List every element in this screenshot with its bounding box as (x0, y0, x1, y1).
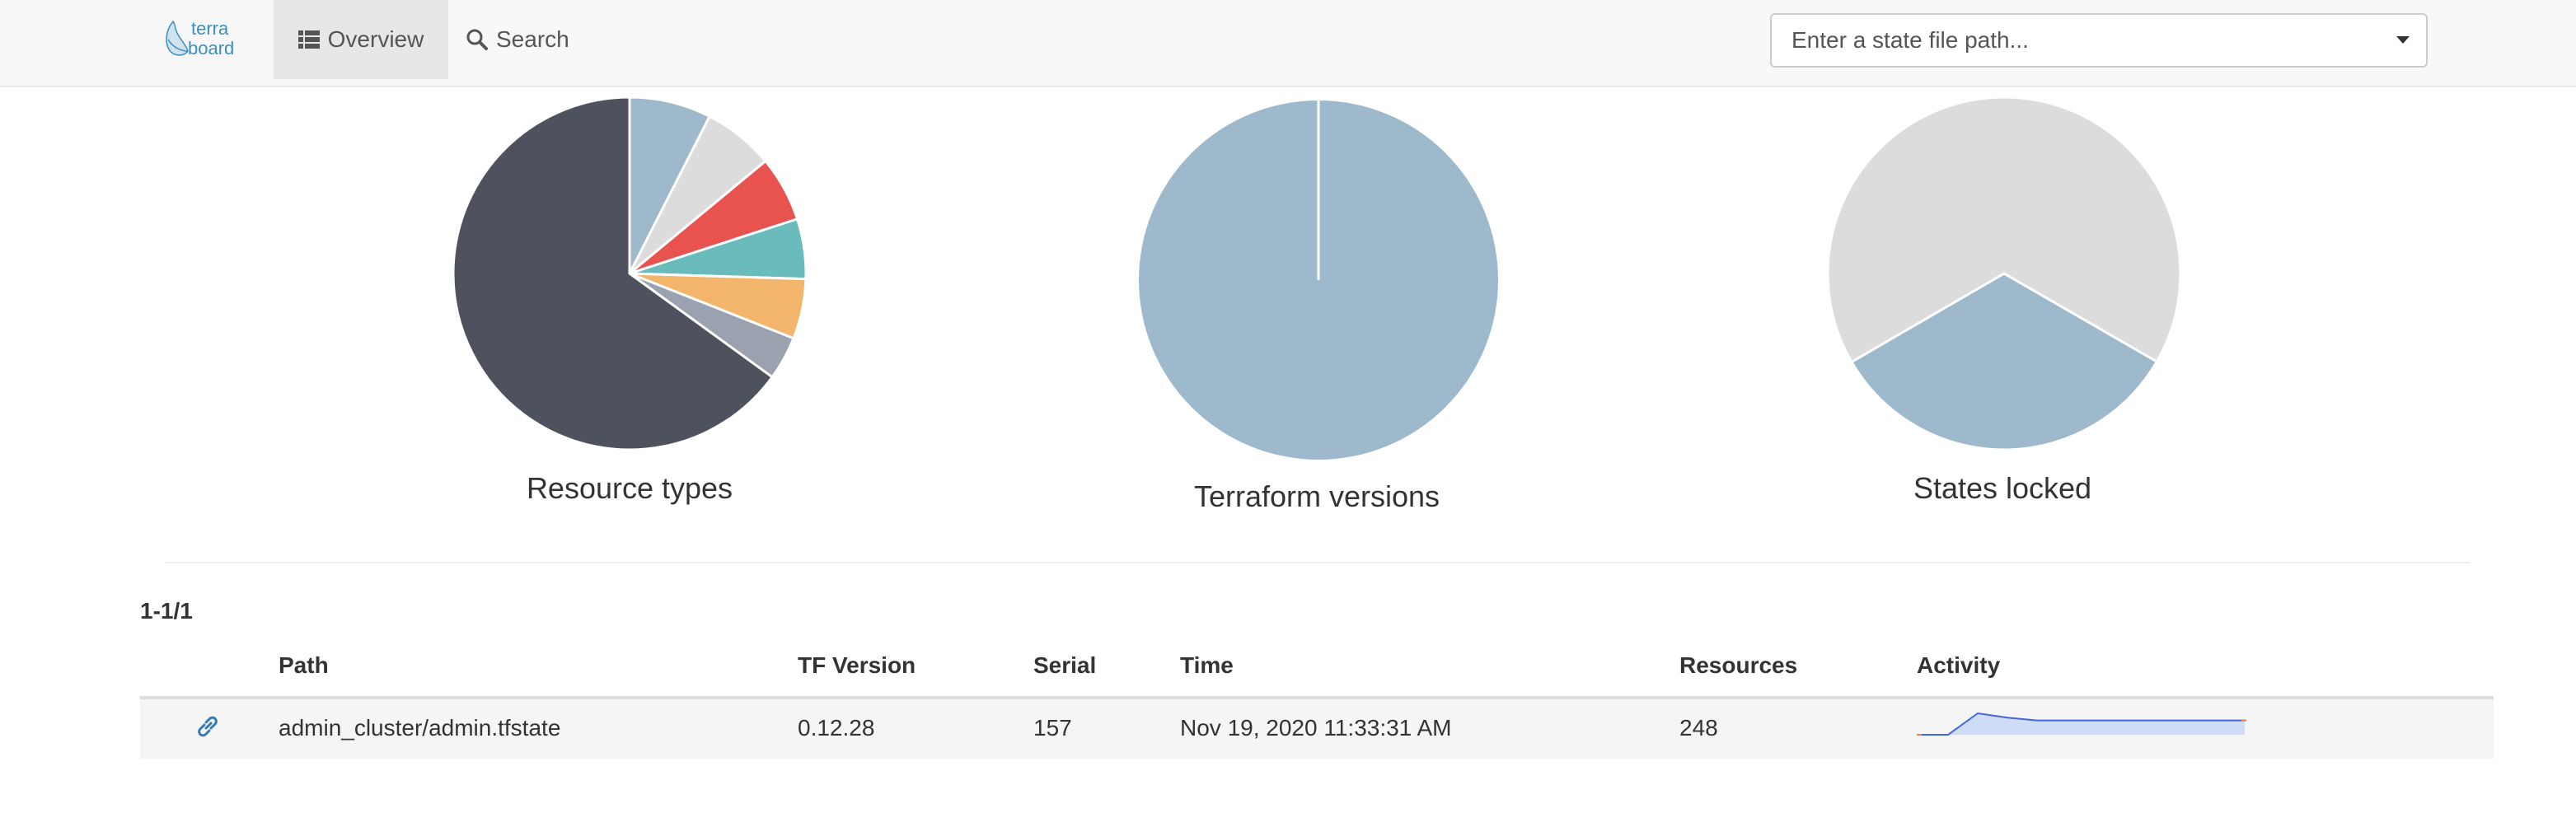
column-header-activity: Activity (1917, 652, 2001, 678)
logo-text-bottom: board (188, 38, 234, 58)
sparkline-area (1918, 713, 2245, 735)
row-time: Nov 19, 2020 11:33:31 AM (1180, 715, 1452, 741)
activity-sparkline (1917, 712, 2246, 736)
section-divider (165, 562, 2471, 563)
column-header-serial[interactable]: Serial (1033, 652, 1096, 679)
column-header-path[interactable]: Path (279, 652, 329, 679)
caret-down-icon[interactable] (2396, 36, 2410, 44)
terraform-versions-title: Terraform versions (1193, 479, 1440, 513)
nav-overview-label: Overview (327, 26, 424, 52)
column-header-resources[interactable]: Resources (1679, 652, 1797, 679)
states-locked-title: States locked (1913, 471, 2092, 505)
resource-types-pie (452, 96, 808, 451)
link-icon[interactable] (195, 714, 220, 739)
logo-text-top: terra (191, 18, 229, 39)
row-tf-version: 0.12.28 (798, 715, 875, 741)
terraboard-logo[interactable]: terra board (162, 15, 254, 61)
nav-overview-tab[interactable]: Overview (274, 0, 448, 79)
list-icon (297, 30, 320, 49)
row-path[interactable]: admin_cluster/admin.tfstate (279, 715, 560, 741)
column-header-tf-version[interactable]: TF Version (798, 652, 916, 679)
pagination-info: 1-1/1 (140, 598, 193, 624)
resource-types-chart (452, 92, 808, 459)
states-locked-chart (1826, 92, 2182, 459)
row-resources: 248 (1679, 715, 1718, 741)
state-path-input[interactable] (1790, 26, 2370, 54)
states-locked-pie (1826, 96, 2182, 451)
terraform-versions-chart (1137, 92, 1500, 467)
terraform-versions-pie (1139, 100, 1498, 460)
state-path-select[interactable] (1770, 13, 2428, 68)
nav-search-label: Search (496, 26, 569, 52)
navbar: terra board Overview Search (0, 0, 2576, 87)
search-icon (466, 29, 488, 50)
nav-search-tab[interactable]: Search (466, 0, 590, 79)
column-header-time[interactable]: Time (1180, 652, 1234, 679)
resource-types-title: Resource types (526, 471, 733, 505)
row-serial: 157 (1033, 715, 1072, 741)
